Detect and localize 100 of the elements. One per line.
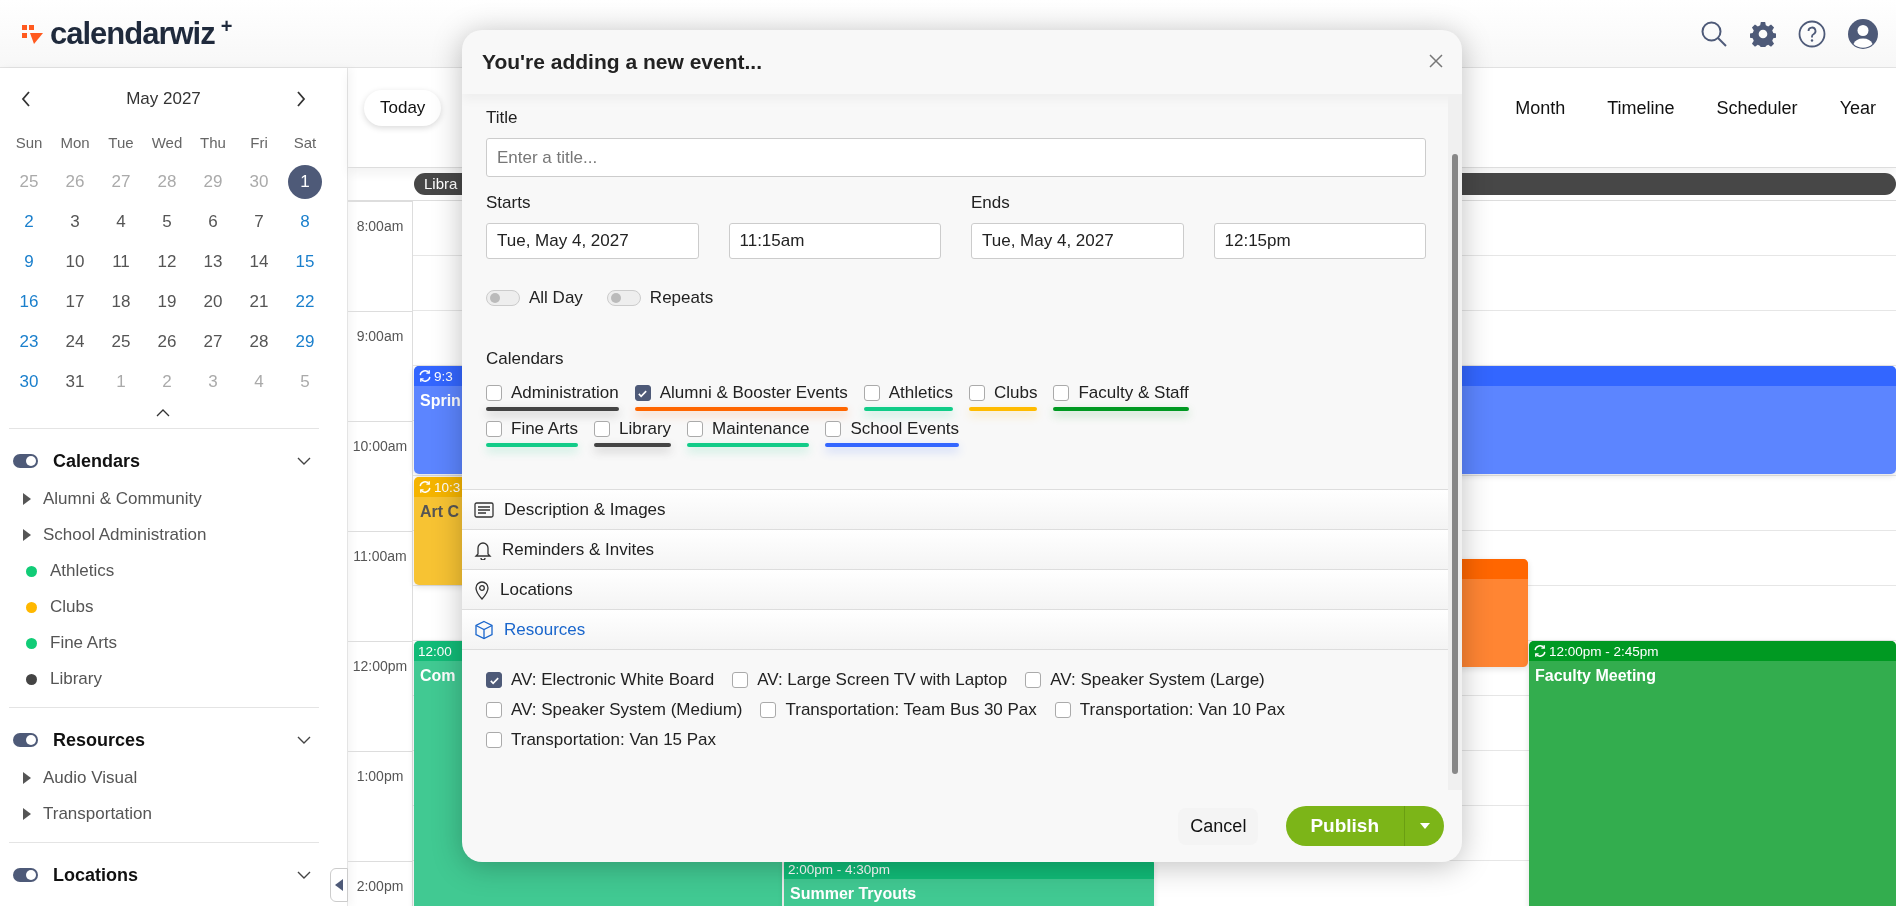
sidebar-item[interactable]: Clubs — [50, 597, 94, 617]
toggle-switch[interactable] — [486, 290, 520, 306]
accordion-header[interactable]: Resources — [462, 609, 1448, 650]
calendar-day[interactable]: 8 — [288, 205, 322, 239]
sidebar-item[interactable]: Transportation — [43, 804, 152, 824]
date-input[interactable]: Tue, May 4, 2027 — [971, 223, 1184, 259]
checkbox[interactable] — [594, 421, 611, 437]
checkbox[interactable] — [486, 732, 502, 748]
collapse-up-icon[interactable] — [154, 408, 171, 418]
search-icon[interactable] — [1700, 19, 1728, 48]
toggle-switch[interactable] — [13, 733, 38, 747]
calendar-day[interactable]: 31 — [58, 365, 92, 399]
calendar-day[interactable]: 17 — [58, 285, 92, 319]
today-button[interactable]: Today — [364, 90, 442, 126]
calendar-day[interactable]: 4 — [104, 205, 138, 239]
sidebar-item[interactable]: Alumni & Community — [43, 489, 202, 509]
calendar-day[interactable]: 26 — [150, 325, 184, 359]
previous-month-icon[interactable] — [20, 90, 32, 108]
calendar-day[interactable]: 21 — [242, 285, 276, 319]
checkbox[interactable] — [486, 672, 502, 688]
accordion-header[interactable]: Reminders & Invites — [462, 529, 1448, 569]
checkbox[interactable] — [969, 385, 985, 401]
calendar-day[interactable]: 2 — [12, 205, 46, 239]
sidebar-item[interactable]: Audio Visual — [43, 768, 138, 788]
expand-triangle-icon[interactable] — [23, 808, 31, 820]
calendar-day[interactable]: 23 — [12, 325, 46, 359]
accordion-header[interactable]: Description & Images — [462, 489, 1448, 529]
calendar-day[interactable]: 5 — [150, 205, 184, 239]
calendar-day[interactable]: 19 — [150, 285, 184, 319]
toggle-switch[interactable] — [606, 290, 641, 306]
calendar-day[interactable]: 25 — [104, 325, 138, 359]
calendar-day[interactable]: 13 — [196, 245, 230, 279]
time-label: 9:00am — [356, 328, 404, 344]
calendar-day[interactable]: 15 — [288, 245, 322, 279]
user-avatar-icon[interactable] — [1848, 18, 1878, 49]
collapse-sidebar-button[interactable] — [330, 868, 348, 902]
calendar-day[interactable]: 24 — [58, 325, 92, 359]
calendar-day[interactable]: 11 — [104, 245, 138, 279]
view-tab[interactable]: Year — [1839, 94, 1876, 123]
calendar-day[interactable]: 3 — [58, 205, 92, 239]
checkbox[interactable] — [1054, 702, 1071, 718]
field-label: Ends — [971, 193, 1011, 213]
calendar-day[interactable]: 9 — [12, 245, 46, 279]
cancel-button[interactable]: Cancel — [1178, 807, 1259, 845]
event-block[interactable]: 12:00pm - 2:45pm Faculty Meeting — [1529, 641, 1896, 906]
checkbox[interactable] — [825, 421, 842, 437]
time-input[interactable]: 12:15pm — [1213, 223, 1426, 259]
repeat-icon — [1533, 644, 1547, 658]
sidebar-item[interactable]: School Administration — [43, 525, 207, 545]
view-tab[interactable]: Scheduler — [1716, 94, 1798, 123]
calendar-day[interactable]: 27 — [196, 325, 230, 359]
help-icon[interactable] — [1798, 19, 1826, 48]
toggle-switch[interactable] — [13, 868, 38, 882]
calendar-day[interactable]: 30 — [12, 365, 46, 399]
expand-triangle-icon[interactable] — [23, 493, 31, 505]
expand-triangle-icon[interactable] — [23, 529, 31, 541]
checkbox[interactable] — [760, 702, 777, 718]
calendar-option-label: Administration — [511, 383, 619, 403]
checkbox[interactable] — [1025, 672, 1042, 688]
resource-option-label: AV: Speaker System (Large) — [1050, 670, 1265, 690]
field-label: Calendars — [486, 349, 565, 369]
checkbox[interactable] — [634, 385, 651, 401]
checkbox[interactable] — [486, 702, 502, 718]
section-title: Resources — [53, 729, 147, 751]
calendar-day[interactable]: 6 — [196, 205, 230, 239]
calendar-day[interactable]: 12 — [150, 245, 184, 279]
scrollbar[interactable] — [1448, 94, 1462, 790]
next-month-icon[interactable] — [295, 90, 307, 108]
calendar-option-label: School Events — [850, 419, 960, 439]
checkbox[interactable] — [863, 385, 880, 401]
settings-icon[interactable] — [1750, 20, 1776, 47]
checkbox[interactable] — [486, 421, 502, 437]
toggle-label: Repeats — [649, 288, 714, 308]
calendar-day[interactable]: 7 — [242, 205, 276, 239]
checkbox[interactable] — [1053, 385, 1070, 401]
expand-triangle-icon[interactable] — [23, 772, 31, 784]
toggle-switch[interactable] — [13, 454, 38, 468]
checkbox[interactable] — [486, 385, 502, 401]
sidebar-item[interactable]: Athletics — [50, 561, 115, 581]
date-input[interactable]: Tue, May 4, 2027 — [486, 223, 699, 259]
view-tab[interactable]: Timeline — [1607, 94, 1675, 123]
accordion-header[interactable]: Locations — [462, 569, 1448, 609]
calendar-day[interactable]: 22 — [288, 285, 322, 319]
sidebar-item[interactable]: Fine Arts — [50, 633, 118, 653]
calendar-day[interactable]: 1 — [288, 165, 322, 199]
view-tab[interactable]: Month — [1515, 94, 1566, 123]
calendar-day[interactable]: 14 — [242, 245, 276, 279]
checkbox[interactable] — [687, 421, 704, 437]
calendar-day[interactable]: 10 — [58, 245, 92, 279]
calendar-day[interactable]: 16 — [12, 285, 46, 319]
calendar-day[interactable]: 28 — [242, 325, 276, 359]
time-input[interactable]: 11:15am — [728, 223, 941, 259]
calendar-day[interactable]: 20 — [196, 285, 230, 319]
calendar-option-label: Fine Arts — [511, 419, 579, 439]
title-input[interactable]: Enter a title... — [486, 138, 1426, 177]
calendar-day[interactable]: 29 — [288, 325, 322, 359]
calendar-day[interactable]: 18 — [104, 285, 138, 319]
sidebar-item[interactable]: Library — [50, 669, 102, 689]
checkbox[interactable] — [732, 672, 749, 688]
event-title: Com — [419, 666, 456, 685]
